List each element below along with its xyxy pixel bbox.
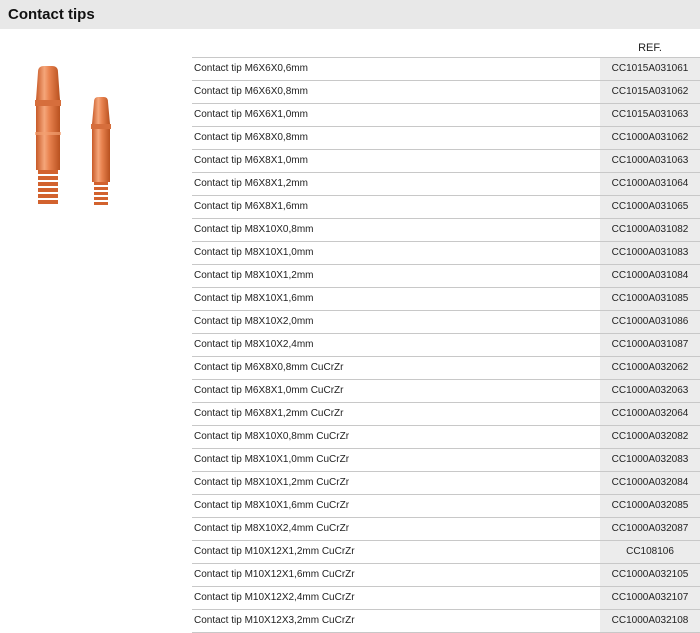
product-description: Contact tip M6X6X1,0mm xyxy=(194,109,308,120)
product-table: Contact tip M6X6X0,6mm CC1015A031061 Conta… xyxy=(192,57,700,633)
product-description: Contact tip M10X12X3,2mm CuCrZr xyxy=(194,615,355,626)
product-ref: CC1000A031065 xyxy=(600,196,700,218)
product-ref: CC1000A031084 xyxy=(600,265,700,287)
section-title: Contact tips xyxy=(8,6,95,23)
product-ref: CC1015A031063 xyxy=(600,104,700,126)
product-ref: CC1000A032087 xyxy=(600,518,700,540)
product-description: Contact tip M8X10X2,4mm xyxy=(194,339,314,350)
product-ref: CC1000A031083 xyxy=(600,242,700,264)
product-description: Contact tip M8X10X2,4mm CuCrZr xyxy=(194,523,350,534)
section-header: Contact tips xyxy=(0,0,700,29)
table-row: Contact tip M8X10X2,4mm CC1000A031087 xyxy=(192,333,700,356)
table-row: Contact tip M8X10X1,6mm CuCrZr CC1000A032… xyxy=(192,494,700,517)
small-contact-tip-icon xyxy=(91,97,111,205)
product-ref: CC1000A032108 xyxy=(600,610,700,632)
product-description: Contact tip M6X8X1,0mm CuCrZr xyxy=(194,385,344,396)
product-description: Contact tip M6X8X1,0mm xyxy=(194,155,308,166)
product-description: Contact tip M6X6X0,6mm xyxy=(194,63,308,74)
large-contact-tip-icon xyxy=(35,66,61,204)
product-description: Contact tip M8X10X1,6mm xyxy=(194,293,314,304)
product-description: Contact tip M10X12X2,4mm CuCrZr xyxy=(194,592,355,603)
table-row: Contact tip M6X8X1,0mm CuCrZr CC1000A0320… xyxy=(192,379,700,402)
table-row: Contact tip M6X8X1,6mm CC1000A031065 xyxy=(192,195,700,218)
contact-tips-image xyxy=(35,66,111,205)
table-row: Contact tip M8X10X0,8mm CuCrZr CC1000A032… xyxy=(192,425,700,448)
table-row: Contact tip M6X8X1,2mm CC1000A031064 xyxy=(192,172,700,195)
product-ref: CC1000A032062 xyxy=(600,357,700,379)
product-description: Contact tip M8X10X0,8mm CuCrZr xyxy=(194,431,350,442)
product-ref: CC1000A032107 xyxy=(600,587,700,609)
product-ref: CC1000A031064 xyxy=(600,173,700,195)
product-ref: CC1015A031061 xyxy=(600,58,700,80)
product-description: Contact tip M6X8X1,2mm xyxy=(194,178,308,189)
product-ref: CC1000A032063 xyxy=(600,380,700,402)
table-row: Contact tip M6X6X1,0mm CC1015A031063 xyxy=(192,103,700,126)
table-row: Contact tip M8X10X1,0mm CuCrZr CC1000A032… xyxy=(192,448,700,471)
table-row: Contact tip M8X10X1,2mm CuCrZr CC1000A032… xyxy=(192,471,700,494)
table-row: Contact tip M8X10X2,0mm CC1000A031086 xyxy=(192,310,700,333)
table-row: Contact tip M6X8X1,2mm CuCrZr CC1000A0320… xyxy=(192,402,700,425)
table-row: Contact tip M10X12X1,6mm CuCrZr CC1000A03… xyxy=(192,563,700,586)
product-ref: CC1000A031087 xyxy=(600,334,700,356)
product-description: Contact tip M8X10X1,0mm CuCrZr xyxy=(194,454,350,465)
product-description: Contact tip M10X12X1,6mm CuCrZr xyxy=(194,569,355,580)
product-description: Contact tip M6X6X0,8mm xyxy=(194,86,308,97)
product-description: Contact tip M10X12X1,2mm CuCrZr xyxy=(194,546,355,557)
product-ref: CC1000A031082 xyxy=(600,219,700,241)
ref-column-header: REF. xyxy=(638,42,662,54)
table-row: Contact tip M6X8X1,0mm CC1000A031063 xyxy=(192,149,700,172)
product-ref: CC1000A031085 xyxy=(600,288,700,310)
product-ref: CC1000A031086 xyxy=(600,311,700,333)
table-row: Contact tip M8X10X2,4mm CuCrZr CC1000A032… xyxy=(192,517,700,540)
table-row: Contact tip M10X12X3,2mm CuCrZr CC1000A03… xyxy=(192,609,700,633)
table-row: Contact tip M10X12X1,2mm CuCrZr CC108106 xyxy=(192,540,700,563)
product-description: Contact tip M8X10X1,2mm CuCrZr xyxy=(194,477,350,488)
product-description: Contact tip M8X10X1,6mm CuCrZr xyxy=(194,500,350,511)
product-ref: CC1015A031062 xyxy=(600,81,700,103)
table-row: Contact tip M6X6X0,6mm CC1015A031061 xyxy=(192,57,700,80)
product-description: Contact tip M6X8X1,2mm CuCrZr xyxy=(194,408,344,419)
product-ref: CC1000A031062 xyxy=(600,127,700,149)
product-ref: CC1000A032085 xyxy=(600,495,700,517)
product-ref: CC1000A032084 xyxy=(600,472,700,494)
product-description: Contact tip M6X8X1,6mm xyxy=(194,201,308,212)
table-row: Contact tip M8X10X1,6mm CC1000A031085 xyxy=(192,287,700,310)
product-description: Contact tip M6X8X0,8mm xyxy=(194,132,308,143)
table-row: Contact tip M6X8X0,8mm CuCrZr CC1000A0320… xyxy=(192,356,700,379)
product-ref: CC108106 xyxy=(600,541,700,563)
product-ref: CC1000A032083 xyxy=(600,449,700,471)
table-row: Contact tip M10X12X2,4mm CuCrZr CC1000A03… xyxy=(192,586,700,609)
table-row: Contact tip M8X10X0,8mm CC1000A031082 xyxy=(192,218,700,241)
product-description: Contact tip M6X8X0,8mm CuCrZr xyxy=(194,362,344,373)
product-description: Contact tip M8X10X1,2mm xyxy=(194,270,314,281)
table-row: Contact tip M6X8X0,8mm CC1000A031062 xyxy=(192,126,700,149)
product-ref: CC1000A032105 xyxy=(600,564,700,586)
product-ref: CC1000A032064 xyxy=(600,403,700,425)
product-description: Contact tip M8X10X1,0mm xyxy=(194,247,314,258)
product-ref: CC1000A032082 xyxy=(600,426,700,448)
table-row: Contact tip M8X10X1,0mm CC1000A031083 xyxy=(192,241,700,264)
product-description: Contact tip M8X10X0,8mm xyxy=(194,224,314,235)
table-row: Contact tip M6X6X0,8mm CC1015A031062 xyxy=(192,80,700,103)
product-ref: CC1000A031063 xyxy=(600,150,700,172)
product-description: Contact tip M8X10X2,0mm xyxy=(194,316,314,327)
table-row: Contact tip M8X10X1,2mm CC1000A031084 xyxy=(192,264,700,287)
